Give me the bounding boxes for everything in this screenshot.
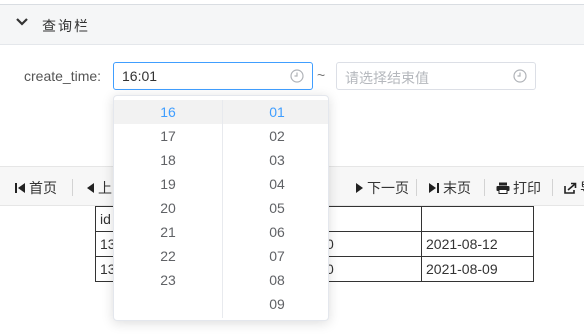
hour-option[interactable]: 20 [114,196,222,220]
first-page-button[interactable]: 首页 [14,178,57,198]
next-page-button[interactable]: 下一页 [355,178,409,198]
clock-icon [290,69,304,83]
end-time-input[interactable]: 请选择结束值 [336,62,536,90]
minute-option[interactable]: 09 [223,292,328,316]
query-bar-title: 查询栏 [42,18,90,34]
hour-option[interactable]: 18 [114,148,222,172]
clock-icon [513,69,527,83]
prev-page-label: 上 [98,180,112,196]
table-cell: 2021-08-12 [421,231,534,257]
range-separator: ~ [317,67,326,83]
minute-option[interactable]: 04 [223,172,328,196]
first-page-icon [15,183,25,193]
toolbar-divider [72,179,73,196]
create-time-label: create_time: [24,68,102,84]
table-cell [321,206,422,232]
time-picker-dropdown: 16 17 18 19 20 21 22 23 01 02 03 04 05 0… [113,95,329,321]
prev-page-icon [87,183,94,193]
hour-option[interactable]: 17 [114,124,222,148]
minute-option[interactable]: 05 [223,196,328,220]
toolbar-divider [484,179,485,196]
table-cell: 0 [321,256,422,282]
toolbar-divider [552,179,553,196]
first-page-label: 首页 [29,180,57,196]
table-cell: 2021-08-09 [421,256,534,282]
export-label: 导 [580,178,584,198]
last-page-label: 末页 [443,180,471,196]
minute-column[interactable]: 01 02 03 04 05 06 07 08 09 [223,100,328,316]
last-page-button[interactable]: 末页 [428,178,471,198]
minute-option[interactable]: 06 [223,220,328,244]
export-button[interactable]: 导 [564,178,584,198]
export-icon [564,182,577,194]
minute-option[interactable]: 07 [223,244,328,268]
printer-icon [496,182,510,194]
hour-option[interactable]: 16 [114,100,222,124]
table-cell [421,206,534,232]
hour-option[interactable]: 23 [114,268,222,292]
hour-option[interactable]: 22 [114,244,222,268]
chevron-down-icon[interactable] [15,15,29,29]
start-time-value[interactable]: 16:01 [122,68,157,84]
end-time-placeholder: 请选择结束值 [345,70,429,86]
minute-option[interactable]: 02 [223,124,328,148]
start-time-input[interactable]: 16:01 [113,62,313,90]
toolbar-divider [416,179,417,196]
print-label: 打印 [513,180,541,196]
minute-option[interactable]: 01 [223,100,328,124]
minute-option[interactable]: 08 [223,268,328,292]
next-page-icon [356,183,363,193]
hour-option[interactable]: 19 [114,172,222,196]
query-bar-header[interactable]: 查询栏 [0,4,584,45]
table-cell: 0 [321,231,422,257]
prev-page-button[interactable]: 上 [86,178,112,198]
last-page-icon [429,183,439,193]
hour-option[interactable]: 21 [114,220,222,244]
hour-column[interactable]: 16 17 18 19 20 21 22 23 [114,100,222,292]
next-page-label: 下一页 [367,180,409,196]
minute-option[interactable]: 03 [223,148,328,172]
print-button[interactable]: 打印 [496,178,541,198]
